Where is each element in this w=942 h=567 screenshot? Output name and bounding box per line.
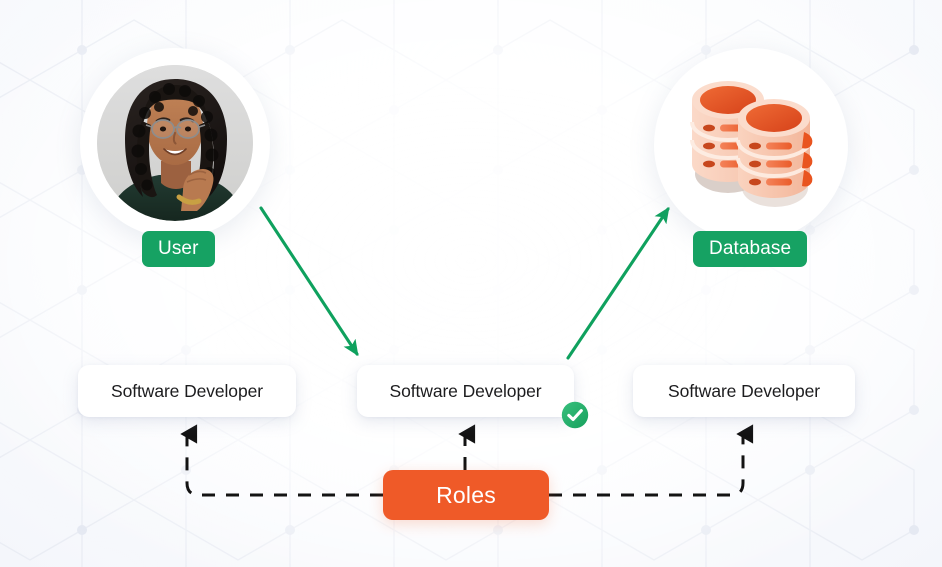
- dash-right: [549, 424, 754, 497]
- arrow-role-to-database: [566, 206, 670, 360]
- user-avatar-ring: [80, 48, 270, 238]
- role-card-label: Software Developer: [668, 380, 820, 401]
- user-label-pill[interactable]: User: [142, 231, 215, 267]
- roles-button[interactable]: Roles: [383, 470, 549, 520]
- arrow-user-to-role: [259, 206, 359, 357]
- role-card[interactable]: Software Developer: [633, 365, 855, 417]
- role-card-label: Software Developer: [111, 380, 263, 401]
- user-node[interactable]: [80, 48, 270, 238]
- role-card[interactable]: Software Developer: [357, 365, 589, 429]
- role-card-label: Software Developer: [389, 380, 542, 401]
- role-card[interactable]: Software Developer: [78, 365, 296, 417]
- avatar: [97, 65, 253, 221]
- database-icon: [676, 70, 826, 220]
- dash-left: [180, 424, 383, 497]
- user-label: User: [158, 238, 199, 259]
- database-label: Database: [709, 238, 792, 259]
- diagram-canvas: User Database Software Developer Softwar…: [0, 0, 942, 567]
- database-icon-ring: [654, 48, 848, 242]
- roles-button-label: Roles: [436, 481, 496, 508]
- database-node[interactable]: [654, 48, 848, 242]
- database-label-pill[interactable]: Database: [693, 231, 808, 267]
- db-stack-right: [736, 99, 813, 198]
- check-circle-icon: [561, 401, 589, 429]
